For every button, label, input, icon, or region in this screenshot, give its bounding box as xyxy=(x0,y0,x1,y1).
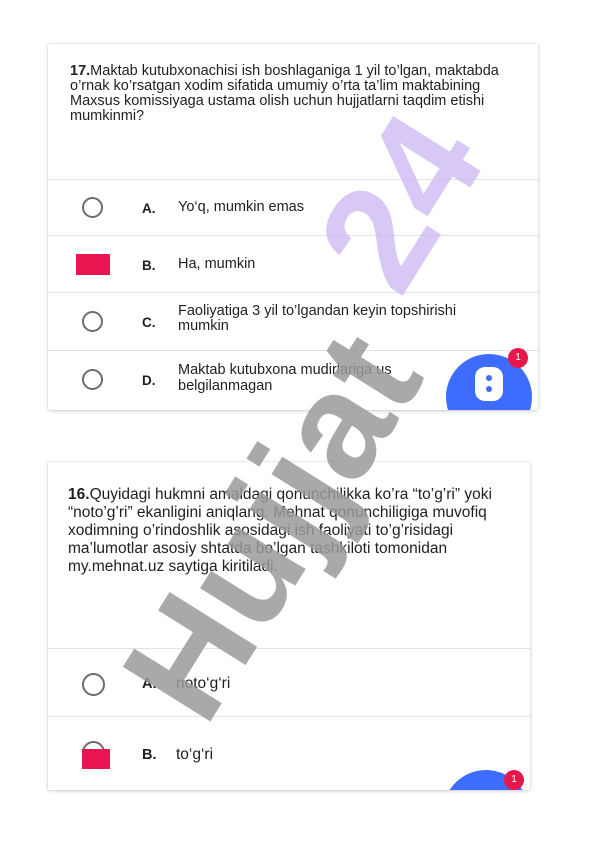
option-label: Ha, mumkin xyxy=(178,256,256,272)
option-label: Faoliyatiga 3 yil to’lgandan keyin topsh… xyxy=(178,303,457,334)
radio-button[interactable] xyxy=(82,311,103,332)
option-letter: C. xyxy=(142,315,156,330)
option-letter: B. xyxy=(142,258,156,273)
option-letter: A. xyxy=(142,676,157,692)
option-a[interactable]: A. Yo‘q, mumkin emas xyxy=(48,179,538,236)
question-card-17: 17.Maktab kutubxonachisi ish boshlaganig… xyxy=(48,44,538,410)
notification-badge: 1 xyxy=(504,770,524,790)
option-label: to‘g‘ri xyxy=(176,746,214,763)
radio-button[interactable] xyxy=(82,673,105,696)
question-number: 16. xyxy=(68,486,90,503)
question-body: Maktab kutubxonachisi ish boshlaganiga 1… xyxy=(70,63,499,124)
option-a[interactable]: A. noto‘g‘ri xyxy=(48,648,530,717)
chat-bubble-icon xyxy=(475,367,503,401)
radio-button[interactable] xyxy=(82,197,103,218)
option-c[interactable]: C. Faoliyatiga 3 yil to’lgandan keyin to… xyxy=(48,292,538,351)
question-card-16: 16.Quyidagi hukmni amaldagi qonunchilikk… xyxy=(48,462,530,790)
selected-answer-mark[interactable] xyxy=(82,749,110,769)
option-letter: B. xyxy=(142,747,157,763)
question-text: 17.Maktab kutubxonachisi ish boshlaganig… xyxy=(70,64,515,124)
notification-badge: 1 xyxy=(508,348,528,368)
option-label: Yo‘q, mumkin emas xyxy=(178,199,304,215)
question-text: 16.Quyidagi hukmni amaldagi qonunchilikk… xyxy=(68,486,513,576)
question-number: 17. xyxy=(70,63,91,79)
option-label: Maktab kutubxona mudirlariga us xyxy=(178,362,392,378)
option-label-line2: belgilanmagan xyxy=(178,378,273,394)
option-label: noto‘g‘ri xyxy=(176,675,231,692)
radio-button[interactable] xyxy=(82,369,103,390)
selected-answer-mark[interactable] xyxy=(76,254,110,275)
option-b[interactable]: B. Ha, mumkin xyxy=(48,235,538,293)
option-letter: A. xyxy=(142,201,156,216)
question-body: Quyidagi hukmni amaldagi qonunchilikka k… xyxy=(68,486,492,575)
option-letter: D. xyxy=(142,373,156,388)
